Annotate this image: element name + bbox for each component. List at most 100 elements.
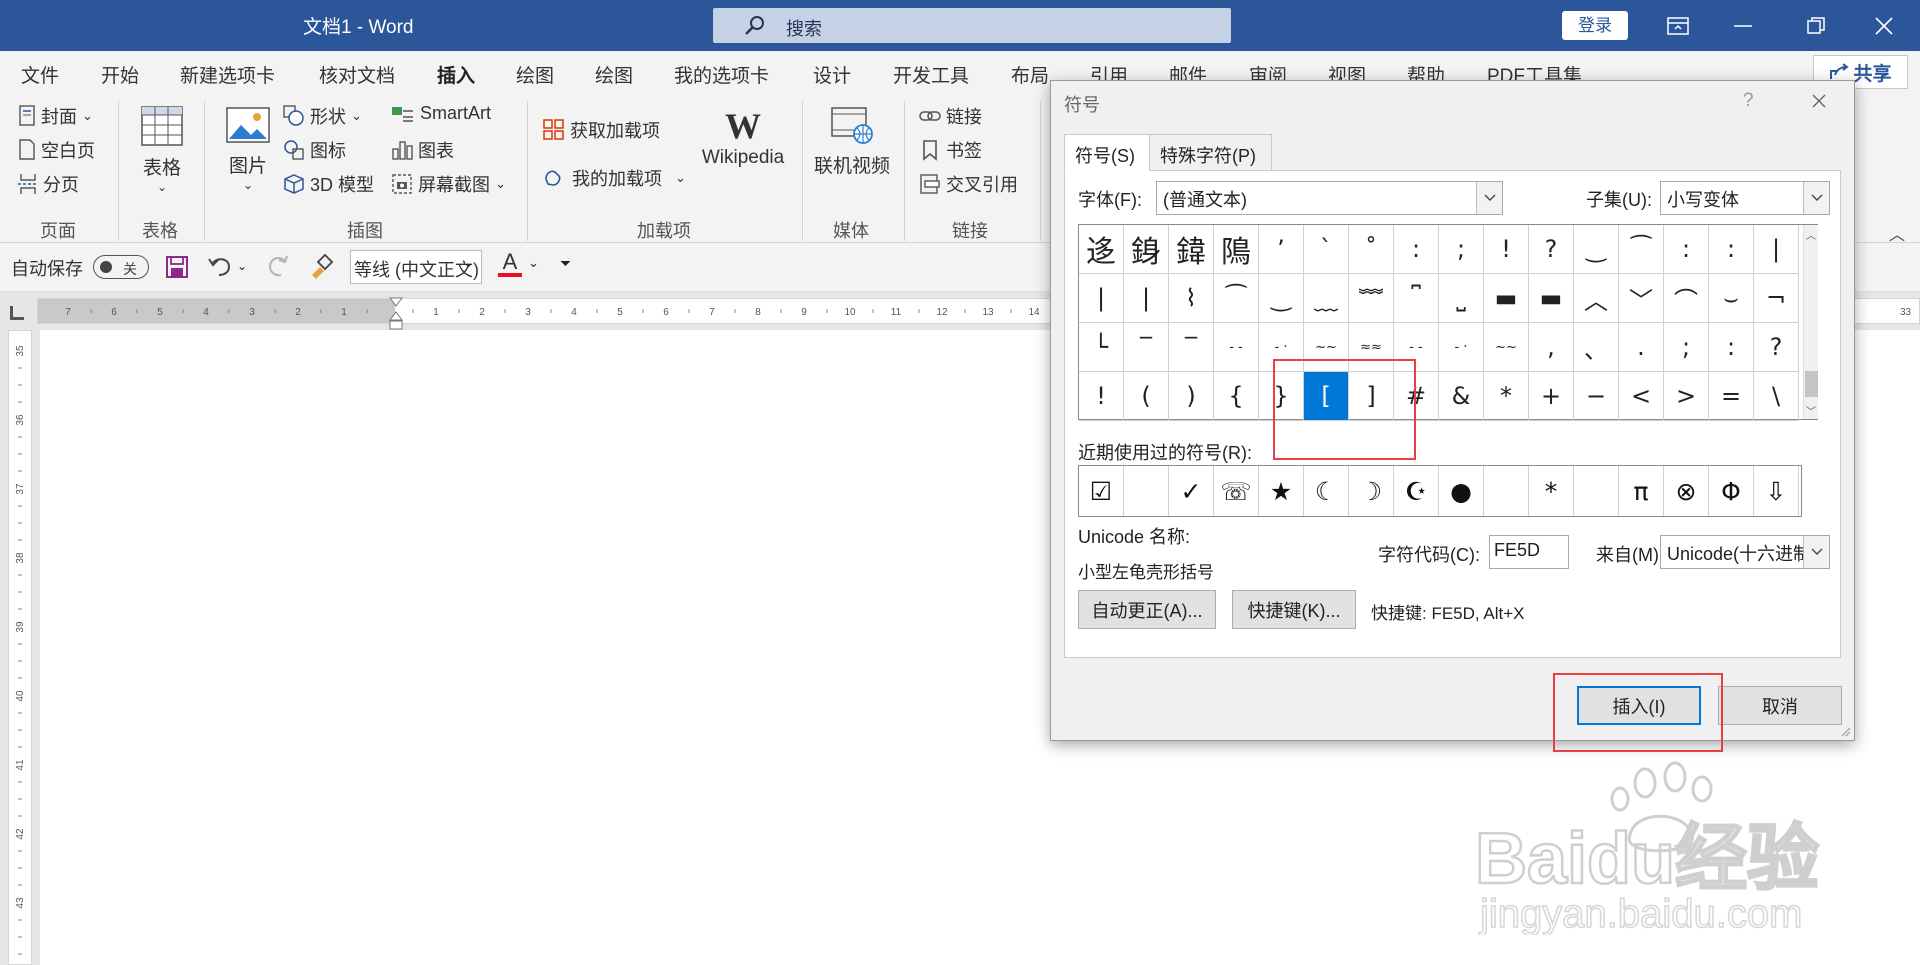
- symbol-cell[interactable]: ⁀: [1619, 225, 1664, 274]
- shortcut-key-button[interactable]: 快捷键(K)...: [1232, 590, 1356, 629]
- recent-symbol-cell[interactable]: [1574, 466, 1619, 516]
- tab-new-tab[interactable]: 新建选项卡: [180, 61, 275, 88]
- recent-symbol-cell[interactable]: π: [1619, 466, 1664, 516]
- login-button[interactable]: 登录: [1562, 11, 1628, 40]
- symbol-cell[interactable]: |: [1079, 274, 1124, 323]
- symbol-cell[interactable]: =: [1709, 372, 1754, 421]
- char-code-input[interactable]: FE5D: [1489, 535, 1569, 569]
- grid-scrollbar[interactable]: ︿ ﹀: [1803, 225, 1818, 419]
- symbol-cell[interactable]: ;: [1439, 225, 1484, 274]
- symbol-cell[interactable]: ;: [1664, 323, 1709, 372]
- symbol-cell[interactable]: ?: [1529, 225, 1574, 274]
- customize-qat-icon[interactable]: ⏷: [560, 255, 571, 272]
- symbol-cell[interactable]: ¬: [1754, 274, 1799, 323]
- symbol-cell[interactable]: |: [1124, 274, 1169, 323]
- close-icon[interactable]: [1854, 0, 1914, 51]
- my-addins-button[interactable]: 我的加载项 ⌄: [543, 165, 686, 191]
- blank-page-button[interactable]: 空白页: [18, 137, 95, 163]
- font-color-button[interactable]: A: [498, 249, 522, 277]
- tab-selector-icon[interactable]: [10, 306, 24, 320]
- tab-special-characters[interactable]: 特殊字符(P): [1149, 134, 1272, 171]
- recent-symbol-cell[interactable]: [1484, 466, 1529, 516]
- recent-symbol-cell[interactable]: ⊗: [1664, 466, 1709, 516]
- symbol-cell[interactable]: 隝: [1214, 225, 1259, 274]
- symbol-cell[interactable]: ‿: [1259, 274, 1304, 323]
- symbol-cell[interactable]: ‾: [1169, 323, 1214, 372]
- shapes-button[interactable]: 形状 ⌄: [283, 103, 362, 129]
- pictures-button[interactable]: 图片 ⌄: [222, 105, 274, 192]
- symbol-cell[interactable]: ⌒: [1664, 274, 1709, 323]
- symbol-cell[interactable]: !: [1079, 372, 1124, 421]
- symbol-cell[interactable]: 迻: [1079, 225, 1124, 274]
- symbol-cell[interactable]: 銵: [1124, 225, 1169, 274]
- symbol-cell[interactable]: ﹏: [1304, 274, 1349, 323]
- screenshot-button[interactable]: 屏幕截图 ⌄: [391, 171, 506, 197]
- font-dropdown-icon[interactable]: ⌄: [463, 255, 474, 271]
- symbol-cell[interactable]: ’: [1259, 225, 1304, 274]
- redo-icon[interactable]: [265, 253, 291, 284]
- recent-symbol-cell[interactable]: ☏: [1214, 466, 1259, 516]
- symbol-grid[interactable]: ︿ ﹀ 迻銵鍏隝’ ` ˚:;!? ‿ ⁀:: | | | ⌇ ⁀ ‿ ﹏ ﹌ ⎴ ⎵ ▬ ▬ ︿ ﹀ ⌒ ⌣ ¬ └ ‾ ‾ -…: [1078, 224, 1818, 421]
- search-box[interactable]: 搜索: [713, 8, 1231, 43]
- symbol-cell[interactable]: +: [1529, 372, 1574, 421]
- vertical-ruler[interactable]: 35 36 37 38 39 40 41 42 43: [8, 330, 32, 965]
- recent-symbols-grid[interactable]: ☑ ✓ ☏ ★ ☾ ☽ ☪ ● * π ⊗ Φ ⇩: [1078, 465, 1802, 517]
- symbol-cell[interactable]: :: [1394, 225, 1439, 274]
- 3d-models-button[interactable]: 3D 模型: [283, 171, 374, 197]
- minimize-icon[interactable]: [1713, 0, 1773, 51]
- symbol-cell[interactable]: ▬: [1484, 274, 1529, 323]
- symbol-cell[interactable]: ⌇: [1169, 274, 1214, 323]
- symbol-cell[interactable]: −: [1574, 372, 1619, 421]
- symbol-cell[interactable]: *: [1484, 372, 1529, 421]
- tab-my-tab[interactable]: 我的选项卡: [674, 61, 769, 88]
- symbol-cell[interactable]: !: [1484, 225, 1529, 274]
- tab-home[interactable]: 开始: [101, 61, 139, 88]
- cross-reference-button[interactable]: 交叉引用: [919, 171, 1018, 197]
- smartart-button[interactable]: SmartArt: [391, 103, 491, 124]
- resize-grip-icon[interactable]: [1839, 725, 1851, 737]
- undo-button[interactable]: ⌄: [207, 253, 247, 279]
- link-button[interactable]: 链接: [919, 103, 982, 129]
- help-icon[interactable]: ?: [1743, 90, 1754, 112]
- tab-insert[interactable]: 插入: [437, 61, 476, 96]
- recent-symbol-cell[interactable]: ☪: [1394, 466, 1439, 516]
- dialog-close-icon[interactable]: [1805, 87, 1833, 115]
- ribbon-display-options-icon[interactable]: [1648, 0, 1708, 51]
- symbol-cell[interactable]: ~~: [1484, 323, 1529, 372]
- symbol-cell[interactable]: ﹌: [1349, 274, 1394, 323]
- recent-symbol-cell[interactable]: Φ: [1709, 466, 1754, 516]
- symbol-cell[interactable]: \: [1754, 372, 1799, 421]
- get-addins-button[interactable]: 获取加载项: [543, 117, 660, 143]
- symbol-cell[interactable]: ⎵: [1439, 274, 1484, 323]
- subset-combo[interactable]: 小写变体: [1660, 181, 1830, 215]
- scroll-down-icon[interactable]: ﹀: [1806, 403, 1816, 418]
- symbol-cell[interactable]: &: [1439, 372, 1484, 421]
- restore-icon[interactable]: [1786, 0, 1846, 51]
- recent-symbol-cell[interactable]: ✓: [1169, 466, 1214, 516]
- recent-symbol-cell[interactable]: ●: [1439, 466, 1484, 516]
- tab-design[interactable]: 设计: [813, 61, 851, 88]
- symbol-cell[interactable]: ): [1169, 372, 1214, 421]
- indent-marker-icon[interactable]: [389, 297, 403, 333]
- save-icon[interactable]: [165, 255, 189, 284]
- font-color-dropdown-icon[interactable]: ⌄: [528, 255, 539, 271]
- online-video-button[interactable]: 联机视频: [812, 105, 892, 178]
- format-painter-icon[interactable]: [308, 253, 334, 284]
- symbol-cell[interactable]: 、: [1574, 323, 1619, 372]
- symbol-cell[interactable]: (: [1124, 372, 1169, 421]
- symbol-cell[interactable]: |: [1754, 225, 1799, 274]
- symbol-cell[interactable]: >: [1664, 372, 1709, 421]
- font-combo[interactable]: (普通文本): [1156, 181, 1503, 215]
- recent-symbol-cell[interactable]: *: [1529, 466, 1574, 516]
- symbol-cell[interactable]: ▬: [1529, 274, 1574, 323]
- tab-developer[interactable]: 开发工具: [893, 61, 969, 88]
- symbol-cell[interactable]: {: [1214, 372, 1259, 421]
- page-break-button[interactable]: 分页: [18, 171, 79, 197]
- recent-symbol-cell[interactable]: ☾: [1304, 466, 1349, 516]
- autosave-toggle[interactable]: 关: [93, 255, 149, 279]
- collapse-ribbon-icon[interactable]: ︿: [1889, 221, 1905, 245]
- recent-symbol-cell[interactable]: ⇩: [1754, 466, 1799, 516]
- icons-button[interactable]: 图标: [283, 137, 346, 163]
- symbol-cell[interactable]: :: [1664, 225, 1709, 274]
- symbol-cell[interactable]: ˚: [1349, 225, 1394, 274]
